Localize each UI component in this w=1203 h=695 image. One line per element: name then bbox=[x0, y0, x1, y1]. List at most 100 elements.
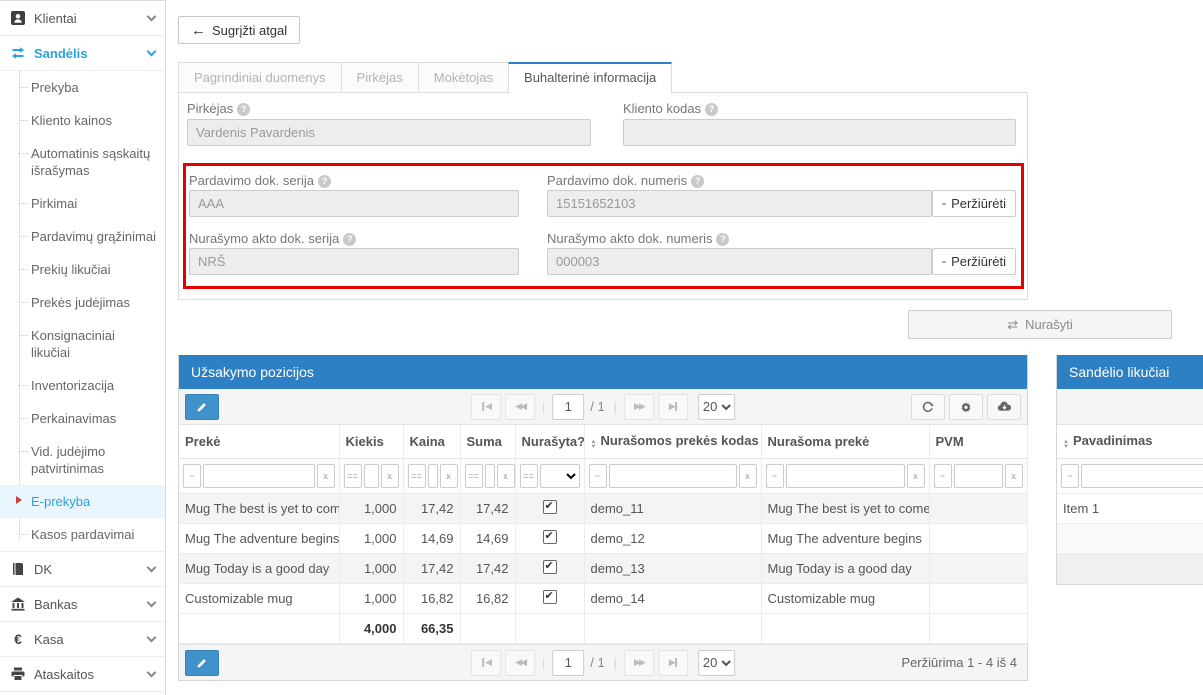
next-page-button[interactable]: ▶▶ bbox=[624, 650, 654, 676]
refresh-button[interactable] bbox=[911, 394, 945, 420]
filter-kaina-input[interactable] bbox=[428, 464, 438, 488]
filter-op-button[interactable]: ~ bbox=[766, 464, 784, 488]
filter-op-button[interactable]: == bbox=[520, 464, 538, 488]
empty-row bbox=[1057, 554, 1203, 584]
checked-checkbox[interactable] bbox=[543, 590, 557, 604]
col-kiekis[interactable]: Kiekis bbox=[339, 425, 403, 459]
sidebar-item-kasos-pardavimai[interactable]: Kasos pardavimai bbox=[0, 518, 165, 551]
back-button[interactable]: ← Sugrįžti atgal bbox=[178, 16, 300, 44]
last-page-button[interactable]: ▶ bbox=[658, 394, 688, 420]
sidebar-item-bankas[interactable]: Bankas bbox=[0, 587, 165, 622]
pardavimo-perziureti-button[interactable]: Peržiūrėti bbox=[932, 190, 1016, 217]
filter-op-button[interactable]: == bbox=[344, 464, 362, 488]
tab-moketojas[interactable]: Mokėtojas bbox=[418, 62, 509, 93]
table-row[interactable]: Mug Today is a good day 1,000 17,42 17,4… bbox=[179, 554, 1027, 584]
edit-button[interactable] bbox=[185, 650, 219, 676]
filter-pvm-input[interactable] bbox=[954, 464, 1003, 488]
filter-clear-button[interactable]: x bbox=[739, 464, 757, 488]
pardavimo-serija-field[interactable] bbox=[189, 190, 519, 217]
kliento-kodas-field[interactable] bbox=[623, 119, 1016, 146]
sidebar-item-prekyba[interactable]: Prekyba bbox=[0, 71, 165, 104]
sidebar-item-perkainavimas[interactable]: Perkainavimas bbox=[0, 402, 165, 435]
checked-checkbox[interactable] bbox=[543, 530, 557, 544]
checked-checkbox[interactable] bbox=[543, 500, 557, 514]
sidebar-item-kasa[interactable]: € Kasa bbox=[0, 622, 165, 657]
filter-clear-button[interactable]: x bbox=[497, 464, 515, 488]
nurasymo-numeris-field[interactable] bbox=[547, 248, 932, 275]
sidebar-item-automatinis-saskaitu[interactable]: Automatinis sąskaitų išrašymas bbox=[0, 137, 165, 187]
settings-button[interactable] bbox=[949, 394, 983, 420]
sidebar-item-pirkimai[interactable]: Pirkimai bbox=[0, 187, 165, 220]
filter-clear-button[interactable]: x bbox=[317, 464, 335, 488]
sidebar-item-dk[interactable]: DK bbox=[0, 552, 165, 587]
last-page-button[interactable]: ▶ bbox=[658, 650, 688, 676]
filter-kodas-input[interactable] bbox=[609, 464, 737, 488]
filter-clear-button[interactable]: x bbox=[907, 464, 925, 488]
col-pvm[interactable]: PVM bbox=[929, 425, 1027, 459]
first-page-button[interactable]: ◀ bbox=[471, 650, 501, 676]
col-nurasoma-preke[interactable]: Nurašoma prekė bbox=[761, 425, 929, 459]
euro-icon: € bbox=[10, 631, 26, 647]
page-size-select[interactable]: 20 bbox=[698, 394, 735, 420]
filter-nurasoma-input[interactable] bbox=[786, 464, 905, 488]
filter-clear-button[interactable]: x bbox=[381, 464, 399, 488]
checked-checkbox[interactable] bbox=[543, 560, 557, 574]
sidebar-item-prekiu-likuciai[interactable]: Prekių likučiai bbox=[0, 253, 165, 286]
page-number-input[interactable] bbox=[552, 394, 584, 420]
nurasymo-serija-field[interactable] bbox=[189, 248, 519, 275]
download-button[interactable] bbox=[987, 394, 1021, 420]
filter-op-button[interactable]: ~ bbox=[589, 464, 607, 488]
sidebar-item-klientai[interactable]: Klientai bbox=[0, 1, 165, 36]
pardavimo-numeris-field[interactable] bbox=[547, 190, 932, 217]
col-pavadinimas[interactable]: ▲▼Pavadinimas bbox=[1057, 425, 1203, 459]
filter-op-button[interactable]: == bbox=[465, 464, 483, 488]
table-row[interactable]: Customizable mug 1,000 16,82 16,82 demo_… bbox=[179, 584, 1027, 614]
filter-clear-button[interactable]: x bbox=[1005, 464, 1023, 488]
sidebar-item-kliento-kainos[interactable]: Kliento kainos bbox=[0, 104, 165, 137]
filter-op-button[interactable]: ~ bbox=[183, 464, 201, 488]
sidebar-submenu: Prekyba Kliento kainos Automatinis sąska… bbox=[0, 71, 165, 552]
sidebar-item-pardavimu-grazinimai[interactable]: Pardavimų grąžinimai bbox=[0, 220, 165, 253]
nurasyti-button[interactable]: ⇄ Nurašyti bbox=[908, 310, 1172, 339]
pagination-bottom: ◀ ◀◀ | / 1 | ▶▶ ▶ 20 bbox=[471, 650, 735, 676]
first-page-button[interactable]: ◀ bbox=[471, 394, 501, 420]
filter-kiekis-input[interactable] bbox=[364, 464, 379, 488]
edit-button[interactable] bbox=[185, 394, 219, 420]
help-icon bbox=[343, 233, 356, 246]
col-kaina[interactable]: Kaina bbox=[403, 425, 460, 459]
sidebar-item-konsignaciniai[interactable]: Konsignaciniai likučiai bbox=[0, 319, 165, 369]
pirkejas-field[interactable] bbox=[187, 119, 591, 146]
sidebar-item-vid-judejimo[interactable]: Vid. judėjimo patvirtinimas bbox=[0, 435, 165, 485]
filter-pavadinimas-input[interactable] bbox=[1081, 464, 1203, 488]
prev-page-button[interactable]: ◀◀ bbox=[505, 650, 535, 676]
filter-nurasyta-select[interactable] bbox=[540, 464, 580, 488]
table-row[interactable]: Mug The best is yet to come 1,000 17,42 … bbox=[179, 494, 1027, 524]
uzsakymo-pozicijos-panel: Užsakymo pozicijos ◀ ◀◀ | / 1 | ▶▶ ▶ 20 bbox=[178, 355, 1028, 681]
sidebar-item-prekes-judejimas[interactable]: Prekės judėjimas bbox=[0, 286, 165, 319]
filter-preke-input[interactable] bbox=[203, 464, 315, 488]
col-nurasyta[interactable]: Nurašyta? bbox=[515, 425, 584, 459]
sidebar-item-ataskaitos[interactable]: Ataskaitos bbox=[0, 657, 165, 692]
tab-pagrindiniai-duomenys[interactable]: Pagrindiniai duomenys bbox=[178, 62, 342, 93]
table-row[interactable]: Mug The adventure begins 1,000 14,69 14,… bbox=[179, 524, 1027, 554]
filter-op-button[interactable]: ~ bbox=[934, 464, 952, 488]
tab-pirkejas[interactable]: Pirkėjas bbox=[341, 62, 419, 93]
col-nurasomos-kodas[interactable]: ▲▼Nurašomos prekės kodas bbox=[584, 425, 761, 459]
filter-clear-button[interactable]: x bbox=[440, 464, 458, 488]
sidebar-item-e-prekyba[interactable]: E-prekyba bbox=[0, 485, 165, 518]
next-page-button[interactable]: ▶▶ bbox=[624, 394, 654, 420]
filter-op-button[interactable]: == bbox=[408, 464, 426, 488]
page-size-select[interactable]: 20 bbox=[698, 650, 735, 676]
sidebar-item-sandelis[interactable]: Sandėlis bbox=[0, 36, 165, 71]
list-item[interactable]: Item 1 bbox=[1057, 494, 1203, 524]
filter-op-button[interactable]: ~ bbox=[1061, 464, 1079, 488]
prev-page-button[interactable]: ◀◀ bbox=[505, 394, 535, 420]
nurasymo-perziureti-button[interactable]: Peržiūrėti bbox=[932, 248, 1016, 275]
sidebar-item-label: Ataskaitos bbox=[34, 667, 140, 682]
col-suma[interactable]: Suma bbox=[460, 425, 515, 459]
tab-buhalterine-informacija[interactable]: Buhalterinė informacija bbox=[508, 62, 672, 94]
page-number-input[interactable] bbox=[552, 650, 584, 676]
sidebar-item-inventorizacija[interactable]: Inventorizacija bbox=[0, 369, 165, 402]
col-preke[interactable]: Prekė bbox=[179, 425, 339, 459]
filter-suma-input[interactable] bbox=[485, 464, 495, 488]
